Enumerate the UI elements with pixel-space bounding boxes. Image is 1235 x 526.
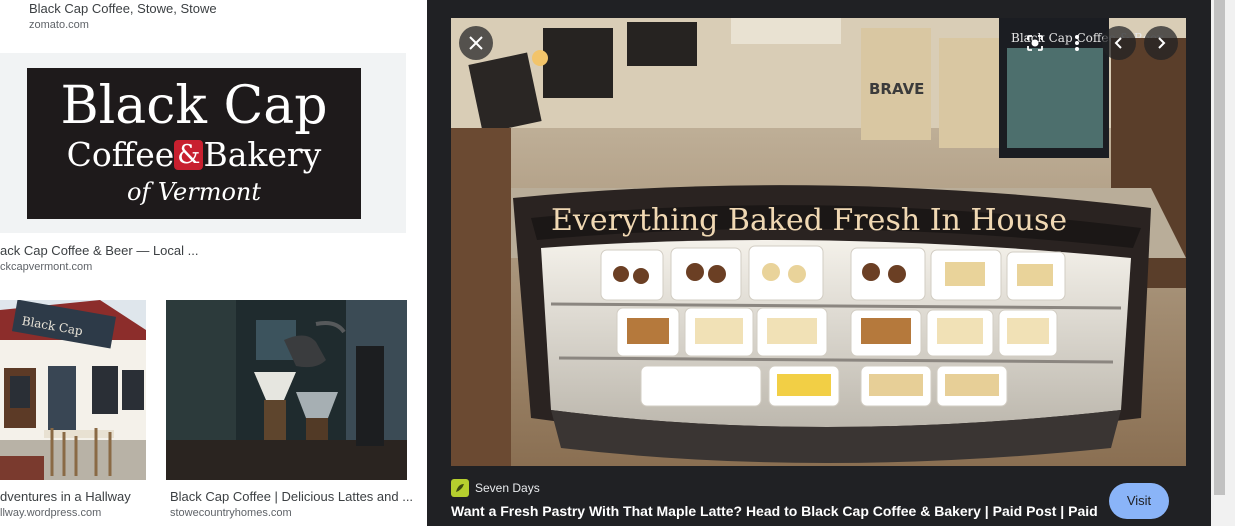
results-column: Black Cap Coffee, Stowe, Stowe zomato.co… bbox=[0, 0, 427, 526]
more-vert-icon bbox=[1075, 35, 1079, 51]
visit-button[interactable]: Visit bbox=[1109, 483, 1169, 519]
logo-line-2: Coffee &Bakery bbox=[27, 136, 361, 174]
black-cap-logo: Black Cap Coffee &Bakery of Vermont bbox=[27, 68, 361, 219]
seven-days-favicon bbox=[451, 479, 469, 497]
logo-line-1: Black Cap bbox=[60, 76, 328, 136]
result-title[interactable]: Black Cap Coffee, Stowe, Stowe bbox=[29, 1, 217, 16]
coffee-bag-label: BRAVE bbox=[869, 80, 924, 98]
close-icon bbox=[469, 36, 483, 50]
image-source[interactable]: Seven Days bbox=[451, 478, 540, 498]
result-source: zomato.com bbox=[29, 19, 89, 31]
preview-image[interactable]: BRAVE Black Cap Coffee & Beer Everything… bbox=[451, 18, 1186, 466]
storefront-illustration: Black Cap bbox=[0, 300, 146, 480]
bakery-display-photo: BRAVE Black Cap Coffee & Beer Everything… bbox=[451, 18, 1186, 466]
logo-bakery: Bakery bbox=[203, 135, 322, 174]
seven-days-logo-icon bbox=[456, 484, 464, 492]
lens-button[interactable] bbox=[1018, 26, 1052, 60]
image-viewer-panel: BRAVE Black Cap Coffee & Beer Everything… bbox=[427, 0, 1211, 526]
result-title[interactable]: ack Cap Coffee & Beer — Local ... bbox=[0, 243, 198, 258]
lens-icon bbox=[1027, 35, 1043, 51]
result-source: stowecountryhomes.com bbox=[170, 507, 292, 519]
result-title[interactable]: dventures in a Hallway bbox=[0, 489, 131, 504]
result-image-storefront[interactable]: Black Cap bbox=[0, 300, 146, 480]
next-image-button[interactable] bbox=[1144, 26, 1178, 60]
logo-ampersand: & bbox=[174, 140, 204, 170]
logo-line-3: of Vermont bbox=[126, 178, 262, 206]
page-scrollbar[interactable] bbox=[1211, 0, 1235, 526]
more-options-button[interactable] bbox=[1060, 26, 1094, 60]
result-title[interactable]: Black Cap Coffee | Delicious Lattes and … bbox=[170, 489, 413, 504]
result-image-pour-over[interactable] bbox=[166, 300, 407, 480]
scrollbar-thumb[interactable] bbox=[1214, 0, 1225, 495]
image-title-link[interactable]: Want a Fresh Pastry With That Maple Latt… bbox=[451, 503, 1099, 519]
pour-over-illustration bbox=[166, 300, 407, 480]
case-banner: Everything Baked Fresh In House bbox=[551, 203, 1067, 238]
close-button[interactable] bbox=[459, 26, 493, 60]
result-image-logo[interactable]: Black Cap Coffee &Bakery of Vermont bbox=[0, 53, 406, 233]
previous-image-button[interactable] bbox=[1102, 26, 1136, 60]
source-name: Seven Days bbox=[475, 481, 540, 495]
chevron-right-icon bbox=[1158, 37, 1166, 49]
logo-coffee: Coffee bbox=[66, 135, 175, 174]
result-source: llway.wordpress.com bbox=[0, 507, 102, 519]
result-source: ckcapvermont.com bbox=[0, 261, 93, 273]
chevron-left-icon bbox=[1114, 37, 1122, 49]
